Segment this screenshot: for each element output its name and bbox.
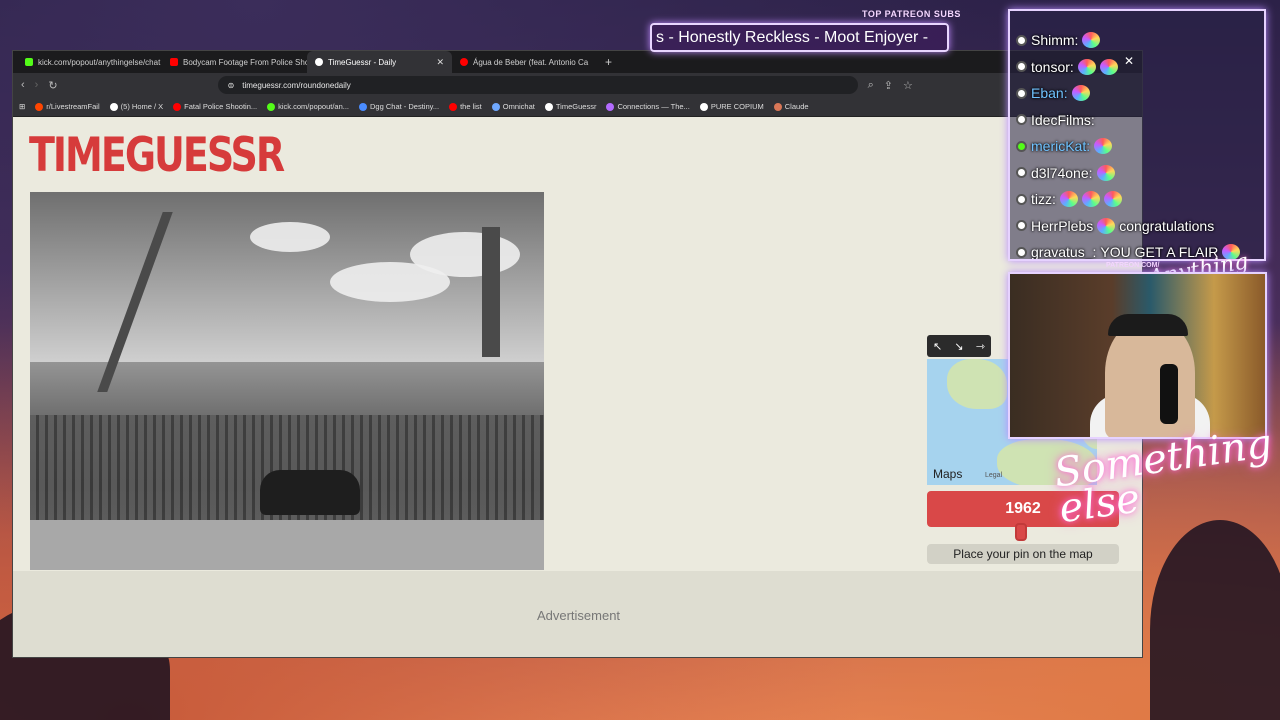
year-slider-thumb[interactable]	[1015, 523, 1027, 541]
bookmark-item[interactable]: Dgg Chat - Destiny...	[359, 102, 439, 111]
badge-icon	[1016, 61, 1027, 73]
timeguessr-icon	[315, 58, 323, 66]
zoom-icon[interactable]: ⌕	[868, 79, 874, 92]
bookmark-item[interactable]: the list	[449, 102, 482, 111]
chat-message: d3l74one:	[1016, 160, 1258, 187]
rainbow-emote-icon	[1082, 32, 1101, 49]
tab-kick-chat[interactable]: kick.com/popout/anythingelse/chat	[17, 51, 162, 73]
bookmark-item[interactable]: Connections — The...	[606, 102, 690, 111]
apple-maps-logo: Maps	[933, 467, 963, 481]
round-photo[interactable]	[30, 192, 544, 570]
bookmark-item[interactable]: PURE COPIUM	[699, 102, 764, 111]
youtube-icon	[170, 58, 178, 66]
back-icon[interactable]: ‹	[21, 79, 25, 91]
emote-icon	[1096, 164, 1115, 181]
emote-icon	[1094, 138, 1113, 155]
address-bar[interactable]: ⊜ timeguessr.com/roundonedaily	[217, 76, 858, 94]
expand-map-icon[interactable]: ↘	[954, 340, 963, 353]
close-tab-icon[interactable]: ✕	[436, 57, 444, 68]
tab-label: Água de Beber (feat. Antonio Ca	[473, 57, 589, 67]
bookmark-item[interactable]: kick.com/popout/an...	[267, 102, 349, 111]
badge-icon	[1016, 34, 1027, 46]
advertisement-label: Advertisement	[536, 607, 621, 623]
bookmark-item[interactable]: TimeGuessr	[544, 102, 596, 111]
tab-strip: kick.com/popout/anythingelse/chat Bodyca…	[13, 51, 1142, 73]
advertisement-area: Advertisement	[13, 571, 1142, 657]
bookmark-item[interactable]: (5) Home / X	[109, 102, 163, 111]
site-info-icon[interactable]: ⊜	[228, 81, 235, 90]
kick-badge-icon	[1016, 140, 1027, 152]
apps-icon[interactable]: ⊞	[19, 102, 25, 111]
emote-icon	[1097, 217, 1116, 234]
tab-label: TimeGuessr - Daily	[328, 57, 397, 67]
map-legal-link[interactable]: Legal	[985, 472, 1002, 479]
chat-message: IdecFilms:	[1016, 107, 1258, 134]
emote-icon	[1071, 85, 1090, 102]
new-tab-button[interactable]: +	[597, 55, 620, 69]
kick-icon	[25, 58, 33, 66]
chat-message: Shimm:	[1016, 27, 1258, 54]
microphone	[1160, 364, 1178, 424]
timeguessr-logo[interactable]: TIMEGUESSR	[29, 127, 285, 182]
bookmark-item[interactable]: Omnichat	[491, 102, 535, 111]
emote-icon	[1059, 191, 1078, 208]
place-pin-button[interactable]: Place your pin on the map	[927, 544, 1119, 564]
chat-message: mericKat:	[1016, 133, 1258, 160]
bookmark-item[interactable]: r/LivestreamFail	[35, 102, 100, 111]
webcam-feed	[1008, 272, 1267, 439]
chat-message: Eban:	[1016, 80, 1258, 107]
badge-icon	[1016, 87, 1027, 99]
badge-icon	[1016, 246, 1027, 258]
bookmark-star-icon[interactable]: ☆	[903, 79, 913, 92]
badge-icon	[1016, 167, 1027, 179]
timeguessr-page: TIMEGUESSR ↖ ↘ ⇾ Maps Legal 1962 Place y…	[13, 117, 1142, 657]
emote-icon	[1081, 191, 1100, 208]
chat-message: tonsor:	[1016, 54, 1258, 81]
shrink-map-icon[interactable]: ↖	[933, 340, 942, 353]
badge-icon	[1016, 114, 1027, 126]
bookmark-item[interactable]: Fatal Police Shootin...	[173, 102, 257, 111]
badge-icon	[1016, 193, 1027, 205]
forward-icon[interactable]: ›	[35, 79, 39, 91]
bookmarks-bar: ⊞ r/LivestreamFail (5) Home / X Fatal Po…	[13, 97, 1142, 117]
share-icon[interactable]: ⇪	[884, 79, 893, 92]
tab-agua-de-beber[interactable]: Água de Beber (feat. Antonio Ca	[452, 51, 597, 73]
badge-icon	[1016, 220, 1027, 232]
browser-toolbar: ‹ › ↻ ⊜ timeguessr.com/roundonedaily ⌕ ⇪…	[13, 73, 1142, 97]
emote-icon	[1077, 58, 1096, 75]
emote-icon	[1099, 58, 1118, 75]
youtube-music-icon	[460, 58, 468, 66]
pin-map-icon[interactable]: ⇾	[976, 340, 985, 353]
tab-label: Bodycam Footage From Police Shoot	[183, 57, 307, 67]
reload-icon[interactable]: ↻	[48, 79, 57, 92]
browser-window: kick.com/popout/anythingelse/chat Bodyca…	[12, 50, 1143, 658]
patreon-title: TOP PATREON SUBS	[862, 9, 961, 19]
map-size-controls: ↖ ↘ ⇾	[927, 335, 991, 357]
chat-message: tizz:	[1016, 186, 1258, 213]
tab-label: kick.com/popout/anythingelse/chat	[38, 57, 161, 67]
bookmark-item[interactable]: Claude	[773, 102, 809, 111]
chat-message: HerrPlebs congratulations	[1016, 213, 1258, 240]
emote-icon	[1103, 191, 1122, 208]
tab-timeguessr[interactable]: TimeGuessr - Daily ✕	[307, 51, 452, 73]
chat-overlay: Shimm: tonsor: Eban: IdecFilms: mericKat…	[1008, 9, 1266, 261]
url-text: timeguessr.com/roundonedaily	[242, 80, 351, 90]
tab-bodycam[interactable]: Bodycam Footage From Police Shoot	[162, 51, 307, 73]
patreon-ticker: s - Honestly Reckless - Moot Enjoyer -	[650, 23, 949, 52]
close-icon: ✕	[1124, 54, 1135, 68]
